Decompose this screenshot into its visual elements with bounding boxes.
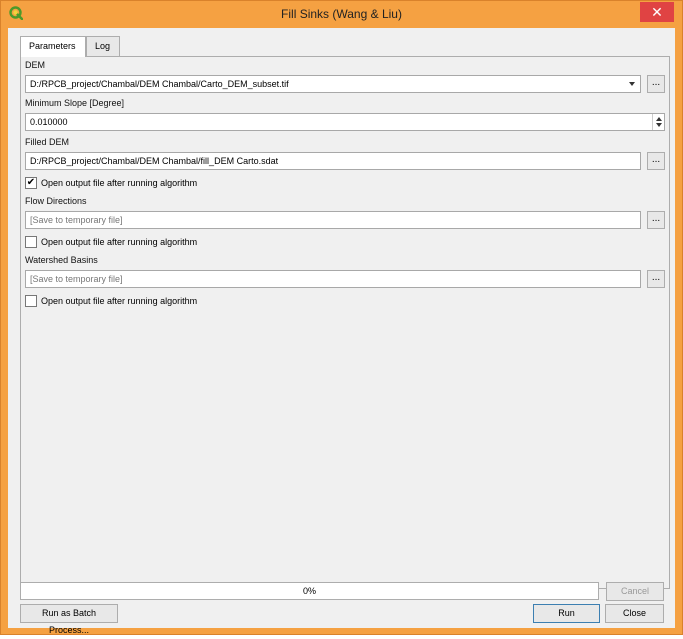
progress-bar: 0% [20, 582, 599, 600]
filled-dem-field[interactable]: D:/RPCB_project/Chambal/DEM Chambal/fill… [25, 152, 641, 170]
flow-directions-placeholder: [Save to temporary file] [30, 215, 123, 225]
watershed-basins-label: Watershed Basins [25, 255, 98, 265]
spin-arrows-icon[interactable] [652, 114, 664, 130]
dem-value: D:/RPCB_project/Chambal/DEM Chambal/Cart… [30, 79, 289, 89]
min-slope-spinbox[interactable]: 0.010000 [25, 113, 665, 131]
chevron-down-icon [629, 82, 635, 86]
dem-browse-button[interactable]: ... [647, 75, 665, 93]
window-title: Fill Sinks (Wang & Liu) [281, 7, 402, 21]
close-window-button[interactable]: ✕ [640, 2, 674, 22]
dialog-window: Fill Sinks (Wang & Liu) ✕ Parameters Log… [0, 0, 683, 635]
dialog-body: Parameters Log DEM D:/RPCB_project/Chamb… [8, 28, 675, 635]
min-slope-label: Minimum Slope [Degree] [25, 98, 125, 108]
flow-directions-open-checkbox[interactable] [25, 236, 37, 248]
flow-directions-field[interactable]: [Save to temporary file] [25, 211, 641, 229]
filled-dem-label: Filled DEM [25, 137, 70, 147]
run-button[interactable]: Run [533, 604, 600, 623]
watershed-basins-browse-button[interactable]: ... [647, 270, 665, 288]
parameters-panel: DEM D:/RPCB_project/Chambal/DEM Chambal/… [20, 56, 670, 589]
min-slope-value: 0.010000 [30, 117, 68, 127]
tab-parameters[interactable]: Parameters [20, 36, 86, 57]
filled-dem-browse-button[interactable]: ... [647, 152, 665, 170]
filled-dem-value: D:/RPCB_project/Chambal/DEM Chambal/fill… [30, 156, 279, 166]
flow-directions-label: Flow Directions [25, 196, 87, 206]
watershed-basins-open-checkbox[interactable] [25, 295, 37, 307]
dem-combobox[interactable]: D:/RPCB_project/Chambal/DEM Chambal/Cart… [25, 75, 641, 93]
watershed-basins-placeholder: [Save to temporary file] [30, 274, 123, 284]
filled-dem-open-label: Open output file after running algorithm [41, 178, 198, 188]
run-batch-button[interactable]: Run as Batch Process... [20, 604, 118, 635]
filled-dem-open-checkbox[interactable]: ✔ [25, 177, 37, 189]
tab-log[interactable]: Log [86, 36, 120, 56]
watershed-basins-field[interactable]: [Save to temporary file] [25, 270, 641, 288]
watershed-basins-open-label: Open output file after running algorithm [41, 296, 198, 306]
flow-directions-open-label: Open output file after running algorithm [41, 237, 198, 247]
cancel-button[interactable]: Cancel [606, 582, 664, 601]
flow-directions-browse-button[interactable]: ... [647, 211, 665, 229]
title-bar[interactable]: Fill Sinks (Wang & Liu) ✕ [1, 1, 682, 28]
close-icon: ✕ [651, 4, 663, 20]
dem-label: DEM [25, 60, 45, 70]
close-button[interactable]: Close [605, 604, 664, 623]
